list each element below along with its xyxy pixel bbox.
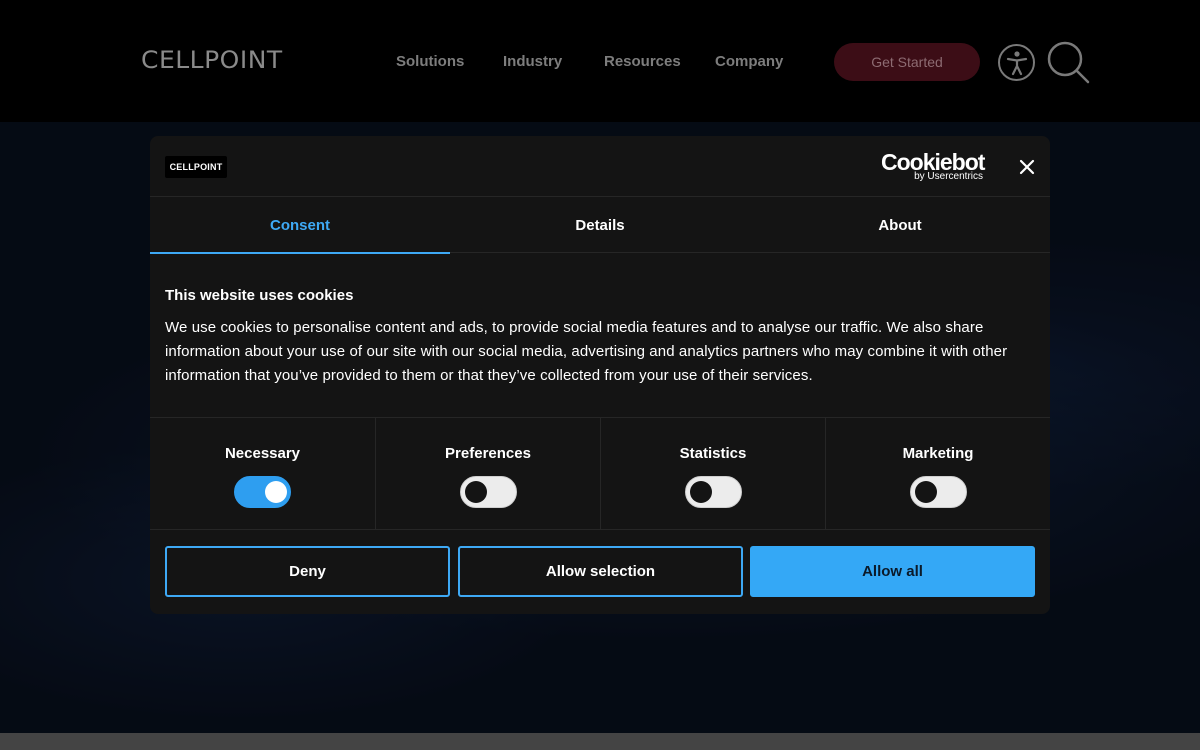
allow-selection-button[interactable]: Allow selection xyxy=(458,546,743,597)
dialog-tabs: Consent Details About xyxy=(150,197,1050,254)
tab-consent[interactable]: Consent xyxy=(150,197,450,254)
toggle-knob xyxy=(265,481,287,503)
nav-item-company[interactable]: Company xyxy=(715,53,783,70)
site-logo[interactable]: CELLPOINT xyxy=(141,46,283,74)
dialog-title: This website uses cookies xyxy=(165,287,354,304)
category-label: Necessary xyxy=(224,445,301,462)
preferences-toggle[interactable] xyxy=(460,476,517,508)
tab-about[interactable]: About xyxy=(750,197,1050,253)
category-label: Preferences xyxy=(445,445,531,462)
nav-item-solutions[interactable]: Solutions xyxy=(396,53,464,70)
close-icon xyxy=(1019,159,1035,175)
deny-button[interactable]: Deny xyxy=(165,546,450,597)
get-started-button[interactable]: Get Started xyxy=(834,43,980,81)
consent-categories: Necessary Preferences Statistics Marketi… xyxy=(150,417,1050,530)
category-preferences: Preferences xyxy=(375,418,600,530)
category-label: Statistics xyxy=(679,445,747,462)
dialog-header: CELLPOINT Cookiebot by Usercentrics xyxy=(150,136,1050,197)
category-statistics: Statistics xyxy=(600,418,825,530)
accessibility-button[interactable] xyxy=(998,44,1035,81)
toggle-knob xyxy=(465,481,487,503)
site-header: CELLPOINT Solutions Industry Resources C… xyxy=(0,0,1200,122)
toggle-knob xyxy=(690,481,712,503)
brand-logo: CELLPOINT xyxy=(165,156,227,178)
accessibility-icon xyxy=(1006,50,1027,75)
footer-strip xyxy=(0,733,1200,750)
allow-all-button[interactable]: Allow all xyxy=(750,546,1035,597)
category-label: Marketing xyxy=(902,445,974,462)
nav-item-industry[interactable]: Industry xyxy=(503,53,562,70)
category-marketing: Marketing xyxy=(825,418,1050,530)
necessary-toggle[interactable] xyxy=(234,476,291,508)
cookiebot-logo[interactable]: Cookiebot by Usercentrics xyxy=(881,150,985,184)
toggle-knob xyxy=(915,481,937,503)
cookiebot-byline: by Usercentrics xyxy=(914,171,983,182)
nav-item-resources[interactable]: Resources xyxy=(604,53,681,70)
category-necessary: Necessary xyxy=(150,418,375,530)
marketing-toggle[interactable] xyxy=(910,476,967,508)
tab-details[interactable]: Details xyxy=(450,197,750,253)
dialog-description: We use cookies to personalise content an… xyxy=(165,319,1008,384)
statistics-toggle[interactable] xyxy=(685,476,742,508)
close-button[interactable] xyxy=(1016,156,1038,178)
search-button[interactable] xyxy=(1046,41,1092,85)
search-icon xyxy=(1047,41,1090,84)
cookie-consent-dialog: CELLPOINT Cookiebot by Usercentrics Cons… xyxy=(150,136,1050,614)
